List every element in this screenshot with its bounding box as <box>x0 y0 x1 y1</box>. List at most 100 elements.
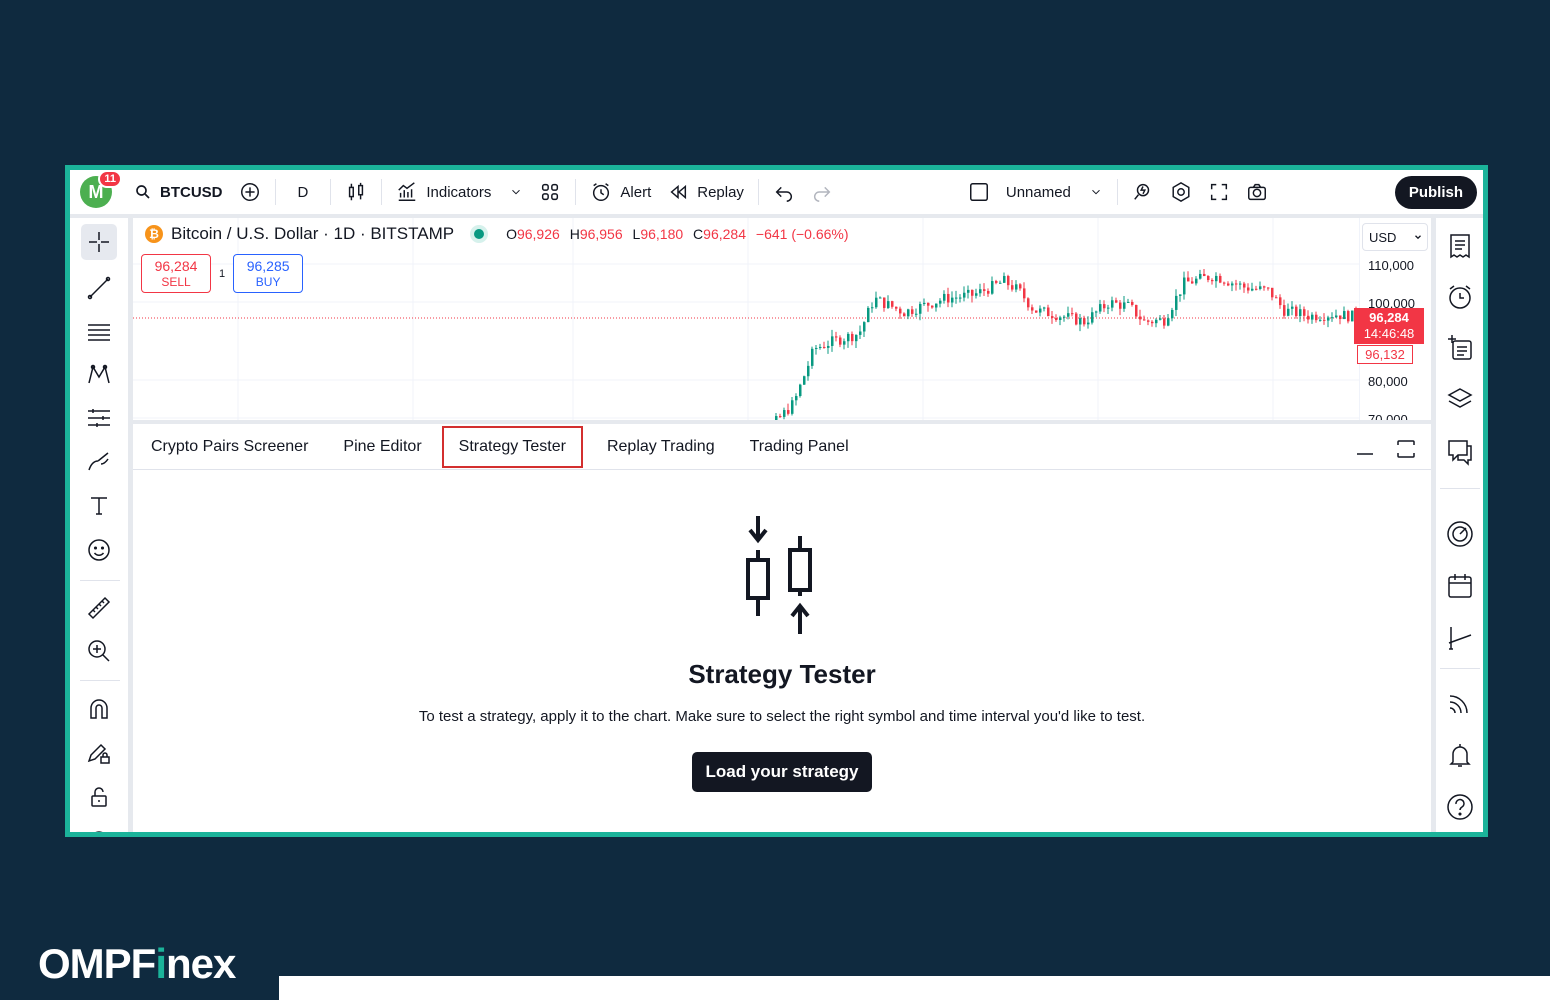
candle-body <box>1139 316 1142 320</box>
brush-tool[interactable] <box>81 444 117 480</box>
measure-tool[interactable] <box>81 590 117 626</box>
candle-body <box>1103 304 1106 309</box>
empty-state-title: Strategy Tester <box>688 659 876 689</box>
buy-button[interactable]: 96,285 BUY <box>233 254 304 293</box>
trend-line-tool[interactable] <box>81 270 117 306</box>
chart-type-button[interactable] <box>337 170 375 214</box>
candle-body <box>1087 322 1090 325</box>
buy-price: 96,285 <box>246 258 290 274</box>
symbol-title[interactable]: Bitcoin / U.S. Dollar · 1D · BITSTAMP <box>171 224 454 244</box>
currency-select[interactable]: USD <box>1362 223 1428 251</box>
tab-crypto-pairs-screener[interactable]: Crypto Pairs Screener <box>136 426 323 468</box>
bottom-panel: Crypto Pairs Screener Pine Editor Strate… <box>133 424 1431 832</box>
brand-part-1: OMPF <box>38 940 156 987</box>
candle-body <box>1171 309 1174 319</box>
tab-replay-trading[interactable]: Replay Trading <box>592 426 730 468</box>
candle-body <box>1243 283 1246 288</box>
zoom-tool[interactable] <box>81 633 117 669</box>
candle-body <box>1123 302 1126 309</box>
chart-legend: ₿ Bitcoin / U.S. Dollar · 1D · BITSTAMP … <box>145 224 855 244</box>
symbol-search-button[interactable]: BTCUSD <box>126 170 231 214</box>
notifications-button[interactable] <box>1442 737 1478 773</box>
alert-button[interactable]: Alert <box>582 170 659 214</box>
price-chart[interactable]: ₿ Bitcoin / U.S. Dollar · 1D · BITSTAMP … <box>133 218 1431 420</box>
layout-button[interactable]: Unnamed <box>960 170 1111 214</box>
data-window-button[interactable] <box>1442 330 1478 366</box>
list-icon <box>1450 234 1470 259</box>
object-tree-button[interactable] <box>1442 381 1478 417</box>
maximize-icon[interactable] <box>1395 438 1417 460</box>
help-button[interactable] <box>1442 789 1478 825</box>
candle-body <box>1307 315 1310 320</box>
settings-button[interactable] <box>1162 170 1200 214</box>
visibility-tool[interactable] <box>81 822 117 832</box>
high-label: H <box>569 226 580 242</box>
eye-icon <box>95 831 103 832</box>
options-button[interactable] <box>1442 620 1478 656</box>
open-label: O <box>506 226 517 242</box>
pencil-lock-icon <box>87 743 110 764</box>
calendar-icon <box>1448 574 1472 598</box>
fullscreen-button[interactable] <box>1200 170 1238 214</box>
calendar-button[interactable] <box>1442 568 1478 604</box>
lock-tool[interactable] <box>81 779 117 815</box>
crosshair-icon <box>89 232 109 252</box>
trend-line-icon <box>87 276 111 300</box>
chats-button[interactable] <box>1442 433 1478 469</box>
candle-body <box>1203 273 1206 277</box>
watchlist-button[interactable] <box>1442 228 1478 264</box>
forecast-tool[interactable] <box>81 401 117 437</box>
candle-body <box>1267 287 1270 289</box>
candle-body <box>943 293 946 301</box>
candlestick-chart[interactable] <box>133 218 1359 420</box>
user-avatar[interactable]: M 11 <box>80 170 122 208</box>
candle-body <box>1235 283 1238 285</box>
emoji-tool[interactable] <box>81 532 117 568</box>
crosshair-tool[interactable] <box>81 224 117 260</box>
symbol-label: BTCUSD <box>160 183 223 201</box>
text-tool[interactable] <box>81 488 117 524</box>
magnet-tool[interactable] <box>81 692 117 728</box>
interval-button[interactable]: D <box>282 170 325 214</box>
tab-strategy-tester[interactable]: Strategy Tester <box>441 425 583 468</box>
load-strategy-button[interactable]: Load your strategy <box>692 752 872 792</box>
open-value: 96,926 <box>516 226 560 242</box>
candle-body <box>1095 311 1098 313</box>
redo-button[interactable] <box>803 170 841 214</box>
indicators-button[interactable]: Indicators <box>388 170 531 214</box>
candle-body <box>967 289 970 293</box>
buy-label: BUY <box>255 275 281 289</box>
quick-search-button[interactable] <box>1124 170 1162 214</box>
tab-pine-editor[interactable]: Pine Editor <box>328 426 436 468</box>
candle-body <box>839 337 842 345</box>
candle-body <box>983 289 986 291</box>
sell-button[interactable]: 96,284 SELL <box>141 254 211 293</box>
price-axis[interactable]: USD 110,000 100,000 80,000 70,000 96,284… <box>1354 218 1431 420</box>
candle-body <box>1003 276 1006 283</box>
ideas-button[interactable] <box>1442 516 1478 552</box>
separator <box>1116 179 1118 205</box>
candle-body <box>1131 301 1134 305</box>
candle-body <box>1167 318 1170 326</box>
candle-body <box>1175 295 1178 310</box>
candle-body <box>887 301 890 308</box>
compare-button[interactable] <box>231 170 269 214</box>
candle-body <box>1159 318 1162 320</box>
streams-button[interactable] <box>1442 685 1478 721</box>
snapshot-button[interactable] <box>1238 170 1276 214</box>
lock-drawings-tool[interactable] <box>81 735 117 771</box>
undo-button[interactable] <box>765 170 803 214</box>
templates-button[interactable] <box>531 170 569 214</box>
candle-body <box>1051 316 1054 318</box>
candle-body <box>875 297 878 308</box>
tab-trading-panel[interactable]: Trading Panel <box>735 426 864 468</box>
fib-tool[interactable] <box>81 314 117 350</box>
close-label: C <box>693 226 704 242</box>
pattern-tool[interactable] <box>81 357 117 393</box>
candle-body <box>1119 302 1122 309</box>
publish-button[interactable]: Publish <box>1394 175 1477 209</box>
minimize-icon[interactable] <box>1355 438 1375 458</box>
replay-button[interactable]: Replay <box>659 170 752 214</box>
brush-icon <box>88 452 109 471</box>
alerts-button[interactable] <box>1442 279 1478 315</box>
